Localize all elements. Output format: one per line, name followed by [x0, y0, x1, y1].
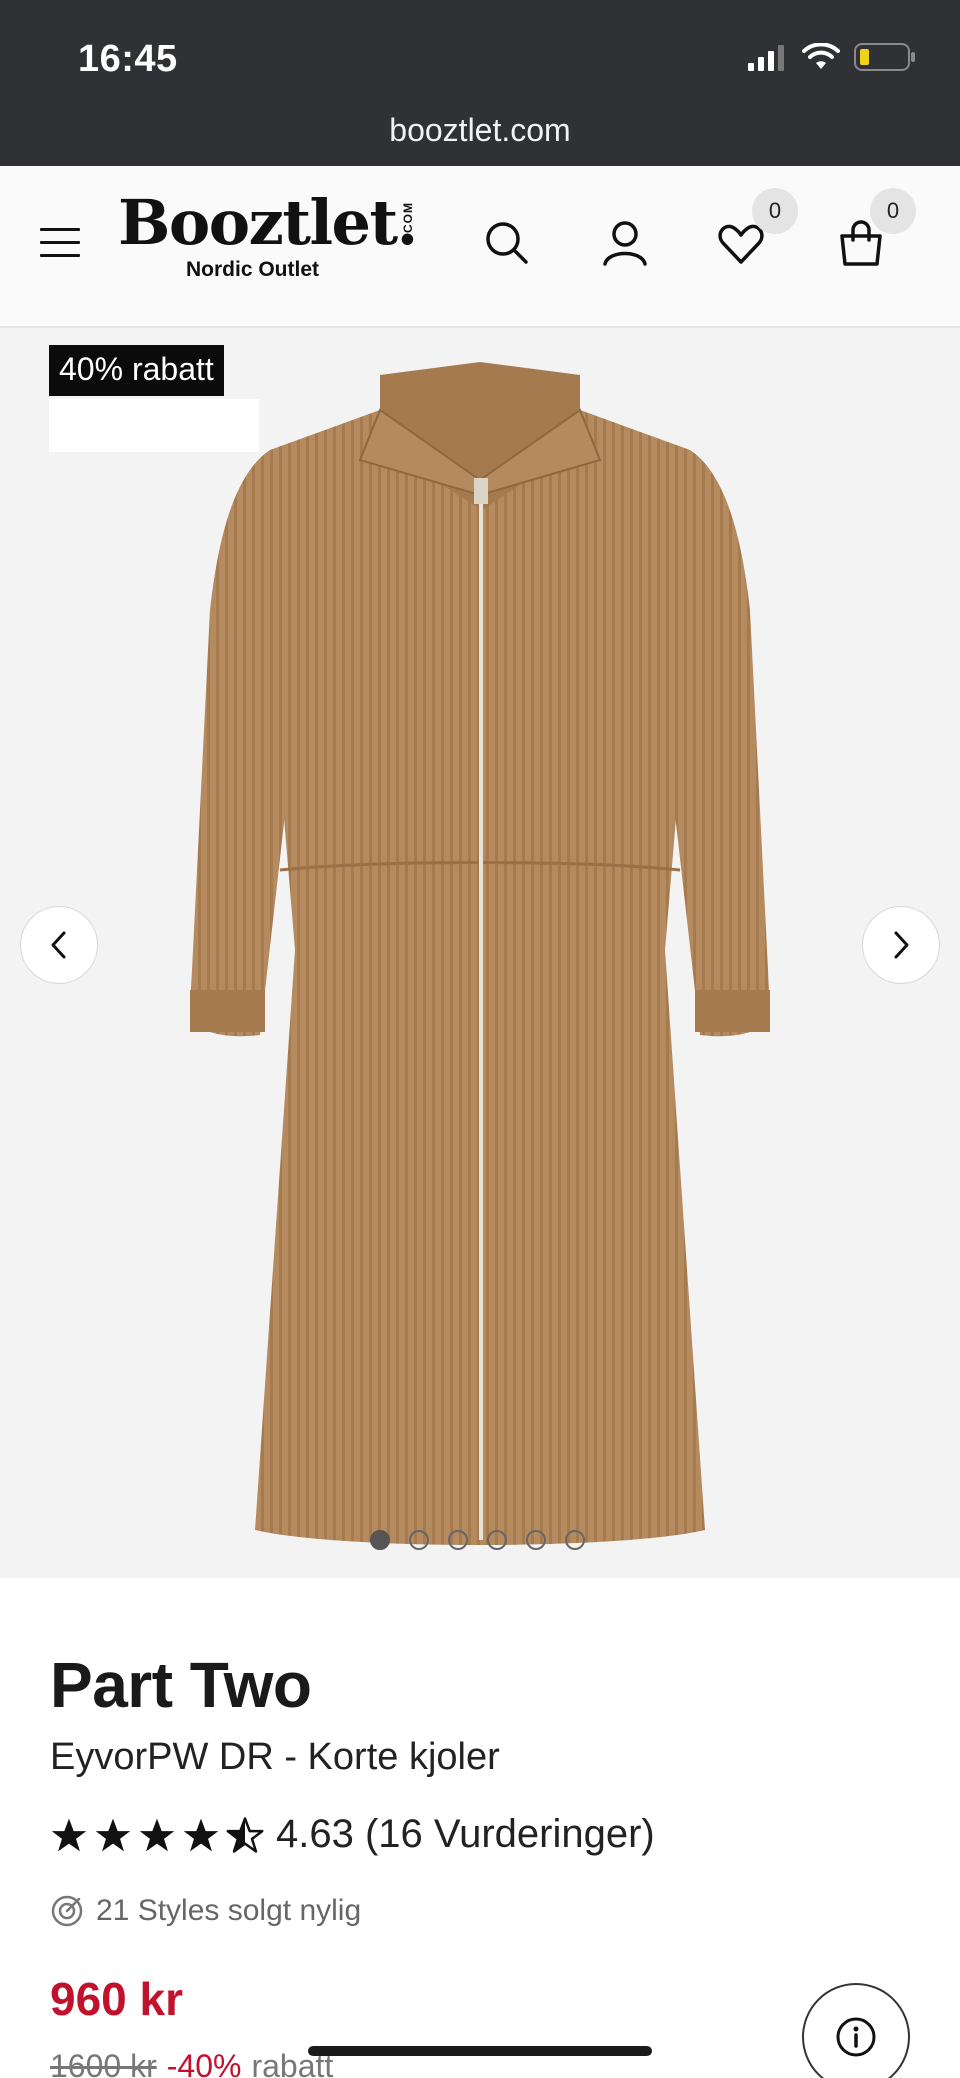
star-icon	[139, 1818, 175, 1851]
rating-row[interactable]: 4.63 (16 Vurderinger)	[50, 1812, 655, 1857]
promo-placeholder	[49, 399, 259, 452]
site-header: Booztlet. COM Nordic Outlet 0 0	[0, 166, 960, 328]
carousel-dot[interactable]	[370, 1530, 390, 1550]
sold-text: 21 Styles solgt nylig	[96, 1894, 362, 1927]
star-icon	[51, 1818, 87, 1851]
wifi-icon	[802, 43, 840, 69]
home-indicator[interactable]	[308, 2046, 652, 2056]
carousel-dot[interactable]	[487, 1530, 507, 1550]
chevron-left-icon	[51, 931, 66, 959]
status-time: 16:45	[78, 38, 178, 80]
product-gallery[interactable]: 40% rabatt	[0, 328, 960, 1578]
logo-wordmark: Booztlet.	[118, 186, 418, 259]
rating-stars	[50, 1816, 264, 1853]
carousel-dots	[370, 1530, 585, 1550]
status-bar: 16:45 booztlet.com	[0, 0, 960, 166]
info-icon	[836, 2017, 876, 2057]
wishlist-count-badge: 0	[752, 188, 798, 234]
signal-icon	[748, 45, 784, 71]
carousel-dot[interactable]	[565, 1530, 585, 1550]
status-icons	[748, 42, 916, 72]
logo-tagline: Nordic Outlet	[186, 258, 320, 281]
star-icon	[183, 1818, 219, 1851]
cart-count-badge: 0	[870, 188, 916, 234]
product-name: EyvorPW DR - Korte kjoler	[50, 1736, 500, 1778]
carousel-dot[interactable]	[526, 1530, 546, 1550]
price-comparison: 1600 kr -40% rabatt	[50, 2048, 333, 2078]
url-bar[interactable]: booztlet.com	[0, 112, 960, 149]
prev-image-button[interactable]	[20, 906, 98, 984]
discount-tag: 40% rabatt	[49, 345, 224, 396]
rating-text: 4.63 (16 Vurderinger)	[276, 1812, 655, 1856]
info-button[interactable]	[802, 1983, 910, 2078]
target-icon	[51, 1895, 83, 1927]
account-icon[interactable]	[600, 218, 650, 268]
product-info: Part Two EyvorPW DR - Korte kjoler 4.63 …	[0, 1578, 960, 2078]
current-price: 960 kr	[50, 1973, 184, 2025]
site-logo[interactable]: Booztlet. COM Nordic Outlet	[118, 190, 418, 282]
product-brand[interactable]: Part Two	[50, 1648, 312, 1722]
logo-com: COM	[401, 202, 415, 233]
battery-icon	[854, 43, 915, 71]
star-icon	[95, 1818, 131, 1851]
carousel-dot[interactable]	[409, 1530, 429, 1550]
sold-recently: 21 Styles solgt nylig	[50, 1894, 361, 1928]
chevron-right-icon	[894, 931, 909, 959]
old-price: 1600 kr	[50, 2048, 157, 2078]
menu-icon[interactable]	[40, 228, 80, 258]
product-image[interactable]	[180, 350, 780, 1550]
star-half-icon	[226, 1816, 264, 1853]
discount-percent: -40%	[166, 2048, 242, 2078]
carousel-dot[interactable]	[448, 1530, 468, 1550]
search-icon[interactable]	[482, 218, 532, 268]
next-image-button[interactable]	[862, 906, 940, 984]
